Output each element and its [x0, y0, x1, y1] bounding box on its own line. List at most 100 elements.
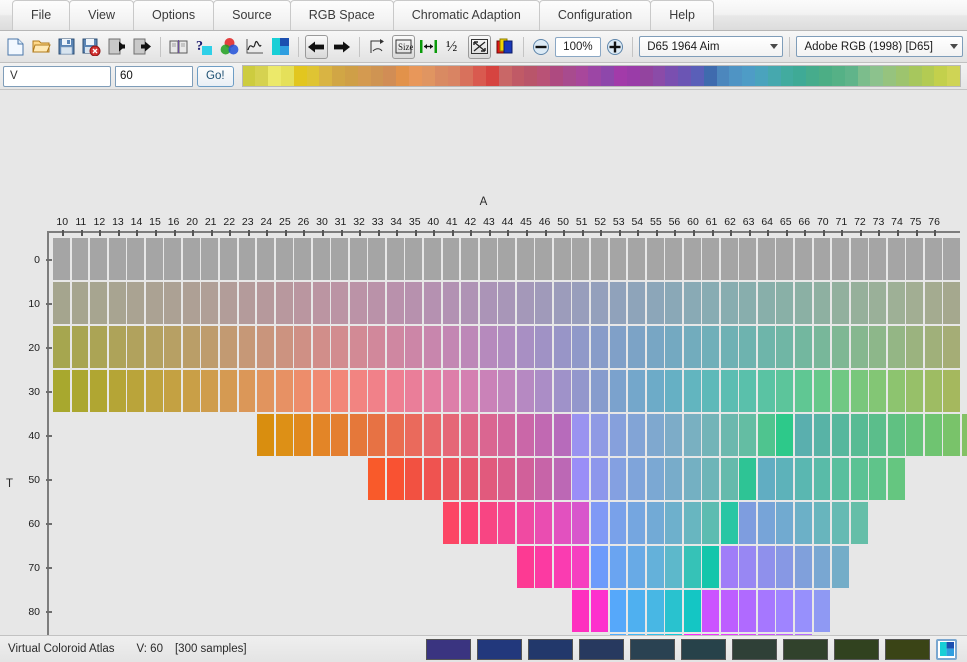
color-sample-cell[interactable]: [906, 238, 924, 281]
color-sample-cell[interactable]: [757, 326, 775, 369]
color-sample-cell[interactable]: [219, 282, 237, 325]
color-sample-cell[interactable]: [405, 370, 423, 413]
color-sample-cell[interactable]: [368, 370, 386, 413]
color-blocks-icon[interactable]: [268, 35, 291, 59]
strip-segment[interactable]: [280, 66, 294, 86]
color-sample-cell[interactable]: [646, 458, 664, 501]
color-sample-cell[interactable]: [71, 238, 89, 281]
color-sample-cell[interactable]: [850, 326, 868, 369]
color-sample-cell[interactable]: [127, 238, 145, 281]
color-sample-cell[interactable]: [795, 458, 812, 501]
color-sample-cell[interactable]: [275, 326, 293, 369]
color-sample-cell[interactable]: [275, 370, 293, 413]
axis-value-input[interactable]: 60: [115, 65, 193, 87]
strip-segment[interactable]: [293, 66, 307, 86]
color-sample-cell[interactable]: [590, 238, 608, 281]
color-sample-cell[interactable]: [609, 414, 627, 457]
color-sample-cell[interactable]: [720, 546, 738, 589]
color-sample-cell[interactable]: [590, 282, 608, 325]
color-sample-cell[interactable]: [757, 238, 775, 281]
color-sample-cell[interactable]: [312, 414, 330, 457]
color-strip[interactable]: [241, 65, 961, 87]
color-sample-cell[interactable]: [182, 238, 200, 281]
color-sample-cell[interactable]: [720, 370, 738, 413]
color-sample-cell[interactable]: [628, 282, 645, 325]
strip-segment[interactable]: [703, 66, 717, 86]
color-sample-cell[interactable]: [850, 282, 868, 325]
color-sample-cell[interactable]: [832, 502, 850, 545]
color-sample-cell[interactable]: [53, 282, 70, 325]
color-sample-cell[interactable]: [461, 238, 479, 281]
color-sample-cell[interactable]: [572, 458, 590, 501]
color-sample-cell[interactable]: [702, 590, 720, 633]
color-sample-cell[interactable]: [813, 458, 831, 501]
strip-segment[interactable]: [447, 66, 461, 86]
strip-segment[interactable]: [819, 66, 832, 86]
color-sample-cell[interactable]: [590, 414, 608, 457]
strip-segment[interactable]: [421, 66, 435, 86]
color-sample-cell[interactable]: [201, 370, 219, 413]
book-icon[interactable]: [167, 35, 190, 59]
color-sample-cell[interactable]: [516, 546, 534, 589]
color-sample-cell[interactable]: [275, 238, 293, 281]
color-sample-cell[interactable]: [516, 326, 534, 369]
color-sample-cell[interactable]: [739, 238, 757, 281]
color-sample-cell[interactable]: [795, 326, 812, 369]
color-sample-cell[interactable]: [683, 370, 701, 413]
menu-item-help[interactable]: Help: [650, 0, 714, 30]
color-sample-cell[interactable]: [590, 326, 608, 369]
color-sample-cell[interactable]: [479, 238, 497, 281]
strip-segment[interactable]: [498, 66, 512, 86]
actual-size-icon[interactable]: Size: [391, 34, 416, 59]
color-sample-cell[interactable]: [590, 458, 608, 501]
color-sample-cell[interactable]: [609, 238, 627, 281]
color-sample-cell[interactable]: [257, 414, 274, 457]
color-sample-cell[interactable]: [887, 414, 905, 457]
arrow-right-icon[interactable]: [330, 35, 353, 59]
arrow-left-icon[interactable]: [304, 34, 329, 59]
color-sample-cell[interactable]: [924, 282, 942, 325]
strip-segment[interactable]: [550, 66, 563, 86]
color-sample-cell[interactable]: [349, 414, 367, 457]
recent-swatch[interactable]: [579, 638, 624, 660]
color-sample-cell[interactable]: [757, 546, 775, 589]
color-sample-cell[interactable]: [869, 458, 887, 501]
color-sample-cell[interactable]: [368, 326, 386, 369]
color-sample-cell[interactable]: [108, 326, 126, 369]
color-sample-cell[interactable]: [869, 370, 887, 413]
color-sample-cell[interactable]: [386, 282, 404, 325]
color-sample-cell[interactable]: [386, 326, 404, 369]
color-sample-cell[interactable]: [776, 634, 794, 635]
color-sample-cell[interactable]: [628, 414, 645, 457]
color-sample-cell[interactable]: [145, 282, 163, 325]
color-sample-cell[interactable]: [609, 590, 627, 633]
color-sample-cell[interactable]: [572, 282, 590, 325]
strip-segment[interactable]: [601, 66, 615, 86]
color-sample-cell[interactable]: [442, 370, 460, 413]
strip-segment[interactable]: [345, 66, 358, 86]
color-sample-cell[interactable]: [739, 634, 757, 635]
color-sample-cell[interactable]: [349, 370, 367, 413]
color-sample-cell[interactable]: [461, 502, 479, 545]
color-sample-cell[interactable]: [665, 458, 683, 501]
color-sample-cell[interactable]: [590, 370, 608, 413]
color-sample-cell[interactable]: [127, 326, 145, 369]
color-sample-cell[interactable]: [906, 282, 924, 325]
open-folder-icon[interactable]: [29, 35, 52, 59]
color-sample-cell[interactable]: [832, 546, 850, 589]
color-sample-cell[interactable]: [535, 414, 553, 457]
color-sample-cell[interactable]: [90, 238, 108, 281]
color-sample-cell[interactable]: [238, 326, 256, 369]
color-sample-cell[interactable]: [776, 502, 794, 545]
color-sample-cell[interactable]: [145, 326, 163, 369]
color-sample-cell[interactable]: [832, 326, 850, 369]
color-sample-cell[interactable]: [776, 546, 794, 589]
color-sample-cell[interactable]: [572, 370, 590, 413]
recent-swatch[interactable]: [426, 638, 471, 660]
color-sample-cell[interactable]: [813, 282, 831, 325]
color-sample-cell[interactable]: [702, 238, 720, 281]
color-sample-cell[interactable]: [943, 326, 961, 369]
color-sample-cell[interactable]: [943, 414, 961, 457]
strip-segment[interactable]: [460, 66, 474, 86]
color-sample-cell[interactable]: [572, 590, 590, 633]
